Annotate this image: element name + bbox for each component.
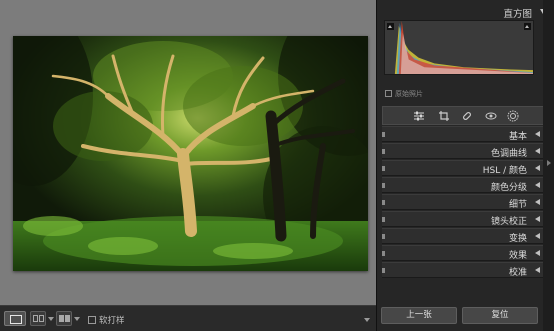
expand-triangle-icon[interactable] [535,250,540,256]
survey-dropdown-icon[interactable] [74,317,80,321]
section-toggle[interactable] [382,132,385,137]
section-calibration[interactable]: 校准 [382,262,544,278]
shadow-clipping-icon[interactable] [387,23,394,30]
section-label: 变换 [508,234,527,244]
healing-brush-icon[interactable] [461,110,473,122]
expand-triangle-icon[interactable] [535,131,540,137]
expand-triangle-icon[interactable] [535,165,540,171]
expand-triangle-icon[interactable] [535,233,540,239]
histogram-info [384,76,534,82]
section-toggle[interactable] [382,183,385,188]
section-hsl-color[interactable]: HSL / 颜色 [382,160,544,176]
section-toggle[interactable] [382,251,385,256]
section-label: 细节 [508,200,527,210]
collapse-panel-icon[interactable] [547,160,551,166]
section-toggle[interactable] [382,200,385,205]
filmstrip-toolbar: 软打样 [0,305,376,331]
survey-view-icon[interactable] [56,311,72,326]
crop-icon[interactable] [438,110,450,122]
masking-icon[interactable] [507,110,519,122]
section-toggle[interactable] [382,166,385,171]
original-photo-label: 原始照片 [395,90,423,98]
red-eye-icon[interactable] [485,110,497,122]
panel-edge-strip[interactable] [543,0,554,331]
previous-button[interactable]: 上一张 [381,307,457,324]
section-label: 镜头校正 [490,217,527,227]
image-canvas [0,0,376,305]
toolbar-menu-icon[interactable] [364,318,370,322]
section-transform[interactable]: 变换 [382,228,544,244]
section-label: HSL / 颜色 [482,166,527,176]
forest-tree-photo [13,36,368,271]
section-tone-curve[interactable]: 色调曲线 [382,143,544,159]
compare-dropdown-icon[interactable] [48,317,54,321]
histogram-title[interactable]: 直方图 [503,6,532,20]
section-label: 颜色分级 [490,183,527,193]
section-toggle[interactable] [382,149,385,154]
expand-triangle-icon[interactable] [535,216,540,222]
tool-strip [382,106,544,125]
highlight-clipping-icon[interactable] [524,23,531,30]
expand-triangle-icon[interactable] [535,148,540,154]
section-effects[interactable]: 效果 [382,245,544,261]
reset-button[interactable]: 复位 [462,307,538,324]
section-lens-corrections[interactable]: 镜头校正 [382,211,544,227]
soft-proof-label: 软打样 [99,316,125,326]
expand-triangle-icon[interactable] [535,199,540,205]
compare-view-icon[interactable] [30,311,46,326]
section-color-grading[interactable]: 颜色分级 [382,177,544,193]
sliders-icon[interactable] [413,110,425,122]
histogram-graph [385,21,533,74]
section-toggle[interactable] [382,268,385,273]
section-detail[interactable]: 细节 [382,194,544,210]
section-basic[interactable]: 基本 [382,126,544,142]
expand-triangle-icon[interactable] [535,182,540,188]
develop-panel: 直方图 原始照片 基本 色调曲线 HSL / 颜色 颜色分级 细节 镜头校正 变… [376,0,554,331]
section-label: 效果 [508,251,527,261]
section-label: 校准 [508,268,527,278]
section-toggle[interactable] [382,234,385,239]
loupe-view-icon[interactable] [4,311,26,326]
section-label: 基本 [508,132,527,142]
section-toggle[interactable] [382,217,385,222]
expand-triangle-icon[interactable] [535,267,540,273]
soft-proof-checkbox[interactable] [88,316,96,324]
original-photo-checkbox[interactable] [385,90,392,97]
section-label: 色调曲线 [490,149,527,159]
photo-preview[interactable] [13,36,368,271]
histogram [384,20,534,75]
